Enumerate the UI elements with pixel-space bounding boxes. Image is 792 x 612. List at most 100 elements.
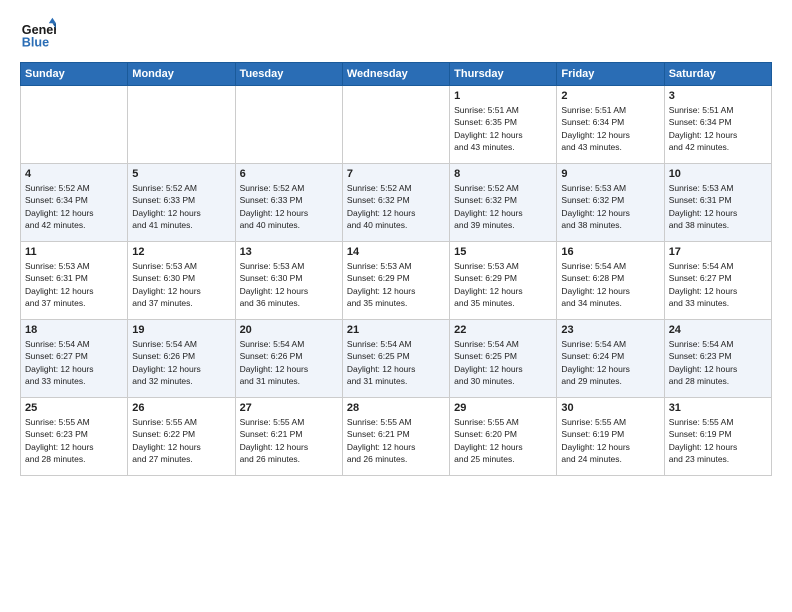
day-info: Sunrise: 5:55 AMSunset: 6:21 PMDaylight:… (347, 416, 445, 465)
day-number: 6 (240, 168, 338, 180)
day-info: Sunrise: 5:54 AMSunset: 6:27 PMDaylight:… (25, 338, 123, 387)
day-info: Sunrise: 5:54 AMSunset: 6:26 PMDaylight:… (132, 338, 230, 387)
day-number: 31 (669, 402, 767, 414)
day-number: 19 (132, 324, 230, 336)
col-header-monday: Monday (128, 63, 235, 86)
day-number: 28 (347, 402, 445, 414)
day-info: Sunrise: 5:55 AMSunset: 6:20 PMDaylight:… (454, 416, 552, 465)
day-info: Sunrise: 5:55 AMSunset: 6:19 PMDaylight:… (561, 416, 659, 465)
day-cell (342, 86, 449, 164)
day-cell: 10 Sunrise: 5:53 AMSunset: 6:31 PMDayligh… (664, 164, 771, 242)
week-row-3: 11 Sunrise: 5:53 AMSunset: 6:31 PMDayligh… (21, 242, 772, 320)
day-cell: 24 Sunrise: 5:54 AMSunset: 6:23 PMDayligh… (664, 320, 771, 398)
day-number: 9 (561, 168, 659, 180)
day-info: Sunrise: 5:53 AMSunset: 6:31 PMDaylight:… (669, 182, 767, 231)
day-info: Sunrise: 5:52 AMSunset: 6:34 PMDaylight:… (25, 182, 123, 231)
day-number: 23 (561, 324, 659, 336)
day-cell: 9 Sunrise: 5:53 AMSunset: 6:32 PMDaylight… (557, 164, 664, 242)
col-header-thursday: Thursday (450, 63, 557, 86)
day-number: 3 (669, 90, 767, 102)
day-number: 22 (454, 324, 552, 336)
day-cell: 4 Sunrise: 5:52 AMSunset: 6:34 PMDaylight… (21, 164, 128, 242)
day-number: 11 (25, 246, 123, 258)
day-number: 14 (347, 246, 445, 258)
day-number: 25 (25, 402, 123, 414)
day-cell: 28 Sunrise: 5:55 AMSunset: 6:21 PMDayligh… (342, 398, 449, 476)
day-info: Sunrise: 5:53 AMSunset: 6:30 PMDaylight:… (132, 260, 230, 309)
day-info: Sunrise: 5:53 AMSunset: 6:29 PMDaylight:… (454, 260, 552, 309)
day-info: Sunrise: 5:51 AMSunset: 6:34 PMDaylight:… (561, 104, 659, 153)
day-info: Sunrise: 5:55 AMSunset: 6:23 PMDaylight:… (25, 416, 123, 465)
day-cell: 2 Sunrise: 5:51 AMSunset: 6:34 PMDaylight… (557, 86, 664, 164)
day-info: Sunrise: 5:54 AMSunset: 6:26 PMDaylight:… (240, 338, 338, 387)
day-number: 18 (25, 324, 123, 336)
day-cell (21, 86, 128, 164)
day-cell: 15 Sunrise: 5:53 AMSunset: 6:29 PMDayligh… (450, 242, 557, 320)
day-info: Sunrise: 5:54 AMSunset: 6:25 PMDaylight:… (347, 338, 445, 387)
day-cell: 13Sunrise: 5:53 AMSunset: 6:30 PMDayligh… (235, 242, 342, 320)
day-cell: 1 Sunrise: 5:51 AMSunset: 6:35 PMDaylight… (450, 86, 557, 164)
day-info: Sunrise: 5:53 AMSunset: 6:31 PMDaylight:… (25, 260, 123, 309)
col-header-saturday: Saturday (664, 63, 771, 86)
logo-icon: General Blue (20, 16, 56, 52)
day-number: 2 (561, 90, 659, 102)
day-cell: 14 Sunrise: 5:53 AMSunset: 6:29 PMDayligh… (342, 242, 449, 320)
day-number: 20 (240, 324, 338, 336)
day-info: Sunrise: 5:55 AMSunset: 6:19 PMDaylight:… (669, 416, 767, 465)
day-number: 7 (347, 168, 445, 180)
day-cell: 5Sunrise: 5:52 AMSunset: 6:33 PMDaylight… (128, 164, 235, 242)
day-info: Sunrise: 5:53 AMSunset: 6:30 PMDaylight:… (240, 260, 338, 309)
day-info: Sunrise: 5:51 AMSunset: 6:35 PMDaylight:… (454, 104, 552, 153)
day-number: 8 (454, 168, 552, 180)
day-info: Sunrise: 5:54 AMSunset: 6:27 PMDaylight:… (669, 260, 767, 309)
day-number: 10 (669, 168, 767, 180)
day-cell: 19 Sunrise: 5:54 AMSunset: 6:26 PMDayligh… (128, 320, 235, 398)
svg-text:Blue: Blue (22, 36, 49, 50)
day-info: Sunrise: 5:54 AMSunset: 6:24 PMDaylight:… (561, 338, 659, 387)
day-number: 15 (454, 246, 552, 258)
calendar-body: 1 Sunrise: 5:51 AMSunset: 6:35 PMDaylight… (21, 86, 772, 476)
day-cell: 3 Sunrise: 5:51 AMSunset: 6:34 PMDaylight… (664, 86, 771, 164)
day-cell: 27Sunrise: 5:55 AMSunset: 6:21 PMDayligh… (235, 398, 342, 476)
week-row-1: 1 Sunrise: 5:51 AMSunset: 6:35 PMDaylight… (21, 86, 772, 164)
day-info: Sunrise: 5:55 AMSunset: 6:22 PMDaylight:… (132, 416, 230, 465)
col-header-sunday: Sunday (21, 63, 128, 86)
day-cell: 29 Sunrise: 5:55 AMSunset: 6:20 PMDayligh… (450, 398, 557, 476)
day-info: Sunrise: 5:51 AMSunset: 6:34 PMDaylight:… (669, 104, 767, 153)
day-cell: 25 Sunrise: 5:55 AMSunset: 6:23 PMDayligh… (21, 398, 128, 476)
day-info: Sunrise: 5:52 AMSunset: 6:32 PMDaylight:… (454, 182, 552, 231)
day-cell: 18 Sunrise: 5:54 AMSunset: 6:27 PMDayligh… (21, 320, 128, 398)
day-cell: 20 Sunrise: 5:54 AMSunset: 6:26 PMDayligh… (235, 320, 342, 398)
day-cell: 8 Sunrise: 5:52 AMSunset: 6:32 PMDaylight… (450, 164, 557, 242)
col-header-tuesday: Tuesday (235, 63, 342, 86)
day-number: 30 (561, 402, 659, 414)
day-info: Sunrise: 5:54 AMSunset: 6:28 PMDaylight:… (561, 260, 659, 309)
day-info: Sunrise: 5:52 AMSunset: 6:32 PMDaylight:… (347, 182, 445, 231)
day-number: 21 (347, 324, 445, 336)
day-cell: 23 Sunrise: 5:54 AMSunset: 6:24 PMDayligh… (557, 320, 664, 398)
week-row-4: 18 Sunrise: 5:54 AMSunset: 6:27 PMDayligh… (21, 320, 772, 398)
day-cell: 21 Sunrise: 5:54 AMSunset: 6:25 PMDayligh… (342, 320, 449, 398)
logo: General Blue (20, 16, 62, 52)
week-row-5: 25 Sunrise: 5:55 AMSunset: 6:23 PMDayligh… (21, 398, 772, 476)
day-number: 24 (669, 324, 767, 336)
calendar-header: SundayMondayTuesdayWednesdayThursdayFrid… (21, 63, 772, 86)
day-number: 4 (25, 168, 123, 180)
week-row-2: 4 Sunrise: 5:52 AMSunset: 6:34 PMDaylight… (21, 164, 772, 242)
header-row: SundayMondayTuesdayWednesdayThursdayFrid… (21, 63, 772, 86)
calendar-page: General Blue SundayMondayTuesdayWednesda… (0, 0, 792, 612)
day-info: Sunrise: 5:54 AMSunset: 6:23 PMDaylight:… (669, 338, 767, 387)
header: General Blue (20, 16, 772, 52)
day-cell: 22Sunrise: 5:54 AMSunset: 6:25 PMDayligh… (450, 320, 557, 398)
day-info: Sunrise: 5:53 AMSunset: 6:32 PMDaylight:… (561, 182, 659, 231)
day-cell: 6Sunrise: 5:52 AMSunset: 6:33 PMDaylight… (235, 164, 342, 242)
day-number: 5 (132, 168, 230, 180)
day-number: 1 (454, 90, 552, 102)
day-number: 27 (240, 402, 338, 414)
day-info: Sunrise: 5:53 AMSunset: 6:29 PMDaylight:… (347, 260, 445, 309)
calendar-table: SundayMondayTuesdayWednesdayThursdayFrid… (20, 62, 772, 476)
day-number: 29 (454, 402, 552, 414)
day-cell: 12Sunrise: 5:53 AMSunset: 6:30 PMDayligh… (128, 242, 235, 320)
day-cell: 26Sunrise: 5:55 AMSunset: 6:22 PMDayligh… (128, 398, 235, 476)
day-cell: 11 Sunrise: 5:53 AMSunset: 6:31 PMDayligh… (21, 242, 128, 320)
